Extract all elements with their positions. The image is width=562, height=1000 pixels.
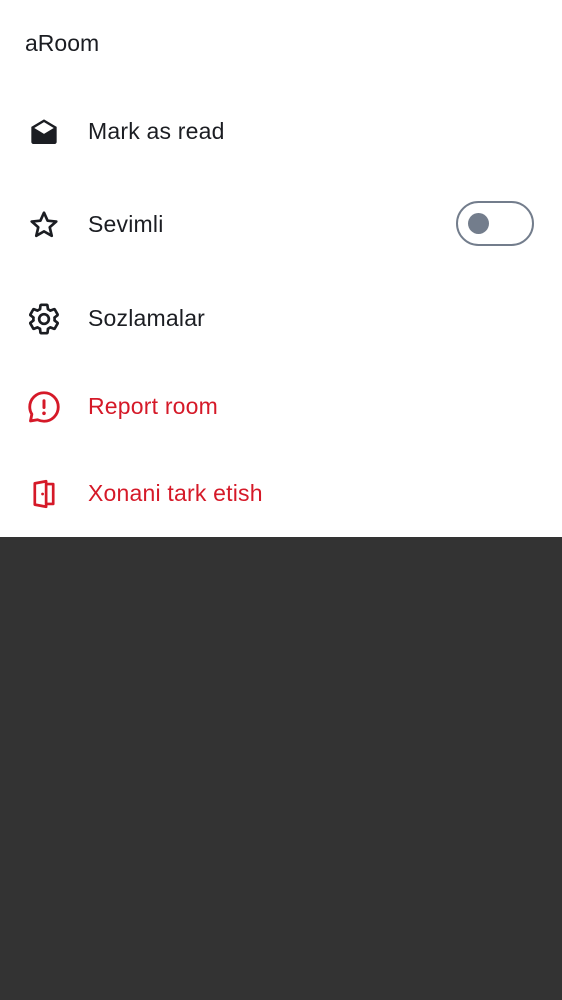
favourite-label: Sevimli: [88, 211, 164, 237]
leave-room-item[interactable]: Xonani tark etish: [0, 469, 562, 519]
star-icon: [26, 207, 62, 243]
settings-label: Sozlamalar: [88, 305, 206, 331]
room-name-title: aRoom: [25, 30, 100, 56]
report-room-item[interactable]: Report room: [0, 382, 562, 432]
favourite-item[interactable]: Sevimli: [0, 200, 562, 250]
favourite-toggle[interactable]: [456, 201, 534, 246]
report-bubble-icon: [26, 389, 62, 425]
mark-as-read-item[interactable]: Mark as read: [0, 107, 562, 157]
leave-room-label: Xonani tark etish: [88, 480, 263, 506]
leave-door-icon: [26, 476, 62, 512]
envelope-open-icon: [26, 114, 62, 150]
toggle-knob: [468, 213, 489, 234]
background-scrim[interactable]: [0, 537, 562, 1000]
report-room-label: Report room: [88, 393, 219, 419]
room-options-sheet: aRoom Mark as read Sevimli Sozlamalar Re…: [0, 0, 562, 537]
settings-item[interactable]: Sozlamalar: [0, 294, 562, 344]
gear-icon: [26, 301, 62, 337]
mark-as-read-label: Mark as read: [88, 118, 225, 144]
